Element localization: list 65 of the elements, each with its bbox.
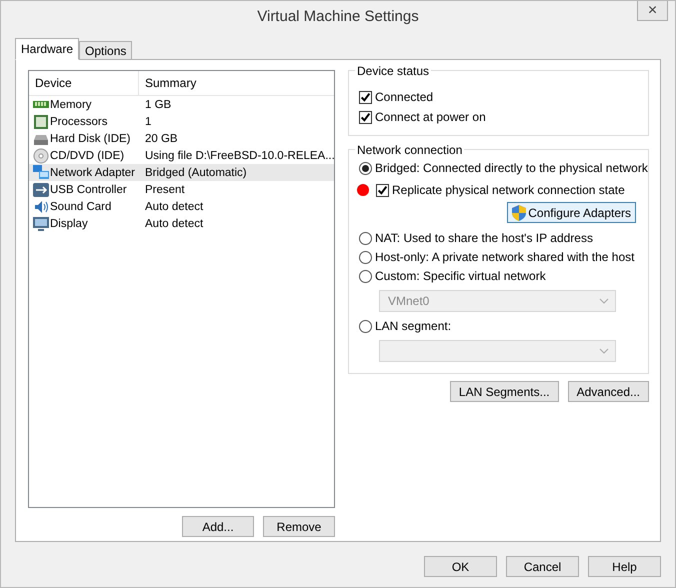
configure-adapters-button[interactable]: Configure Adapters: [507, 202, 636, 223]
device-summary: 1 GB: [144, 98, 172, 110]
device-name: Sound Card: [50, 200, 112, 212]
column-header[interactable]: Device: [29, 71, 139, 95]
radio-button[interactable]: [359, 320, 372, 332]
radio-button[interactable]: [359, 162, 372, 174]
window-title: Virtual Machine Settings: [257, 8, 419, 24]
chevron-down-icon: [599, 298, 609, 304]
device-row[interactable]: Processors 1: [29, 113, 334, 130]
usb-icon: [33, 182, 49, 198]
chevron-down-icon: [599, 348, 609, 354]
radio-label: Custom: Specific virtual network: [375, 269, 546, 283]
radio-button[interactable]: [359, 250, 372, 264]
checkbox-label: Replicate physical network connection state: [392, 183, 625, 197]
device-summary: Bridged (Automatic): [144, 166, 247, 178]
network-icon: [33, 164, 49, 180]
radio-button[interactable]: [359, 232, 372, 244]
device-row[interactable]: CD/DVD (IDE) Using file D:\FreeBSD-10.0-RELEA...: [29, 147, 334, 164]
device-name: Hard Disk (IDE): [50, 132, 131, 144]
checkbox[interactable]: [376, 184, 389, 196]
add-button[interactable]: Add...: [182, 516, 254, 537]
checkbox-label: Connected: [375, 90, 434, 104]
checkbox-label: Connect at power on: [375, 110, 486, 124]
device-name: Display: [50, 218, 88, 230]
device-name: CD/DVD (IDE): [50, 150, 124, 162]
device-summary: Present: [144, 184, 185, 196]
tab[interactable]: Options: [79, 41, 132, 60]
disc-icon: [33, 148, 49, 164]
device-summary: 20 GB: [144, 132, 178, 144]
help-button[interactable]: Help: [588, 556, 661, 577]
device-summary: Auto detect: [144, 218, 204, 230]
device-name: Network Adapter: [50, 166, 136, 178]
device-summary: 1: [144, 116, 152, 128]
column-header[interactable]: Summary: [139, 71, 196, 95]
checkbox[interactable]: [359, 110, 372, 124]
tab[interactable]: Hardware: [15, 38, 80, 60]
device-summary: Using file D:\FreeBSD-10.0-RELEA...: [144, 150, 335, 162]
lan-segments-button[interactable]: LAN Segments...: [450, 381, 559, 402]
device-name: USB Controller: [50, 184, 127, 196]
monitor-icon: [33, 216, 49, 232]
radio-label: Host-only: A private network shared with the host: [375, 250, 634, 264]
device-row[interactable]: Memory 1 GB: [29, 96, 334, 113]
shield-icon: [512, 204, 526, 220]
cancel-button[interactable]: Cancel: [506, 556, 579, 577]
radio-button[interactable]: [359, 270, 372, 282]
advanced-button[interactable]: Advanced...: [568, 381, 649, 402]
radio-label: Bridged: Connected directly to the physical network: [375, 161, 648, 175]
device-name: Processors: [50, 116, 108, 128]
device-row[interactable]: Network Adapter Bridged (Automatic): [29, 164, 334, 181]
ok-button[interactable]: OK: [424, 556, 497, 577]
chip-icon: [33, 114, 49, 130]
radio-label: LAN segment:: [375, 319, 452, 333]
radio-label: NAT: Used to share the host's IP address: [375, 231, 593, 245]
device-row[interactable]: Sound Card Auto detect: [29, 198, 334, 215]
device-row[interactable]: Display Auto detect: [29, 215, 334, 232]
checkbox[interactable]: [359, 90, 372, 104]
remove-button[interactable]: Remove: [263, 516, 335, 537]
device-row[interactable]: Hard Disk (IDE) 20 GB: [29, 130, 334, 147]
speaker-icon: [33, 198, 49, 214]
close-button[interactable]: ×: [637, 1, 668, 21]
device-summary: Auto detect: [144, 200, 204, 212]
group-title: Device status: [355, 64, 432, 78]
device-row[interactable]: USB Controller Present: [29, 181, 334, 198]
device-name: Memory: [50, 98, 92, 110]
group-title: Network connection: [355, 143, 464, 157]
